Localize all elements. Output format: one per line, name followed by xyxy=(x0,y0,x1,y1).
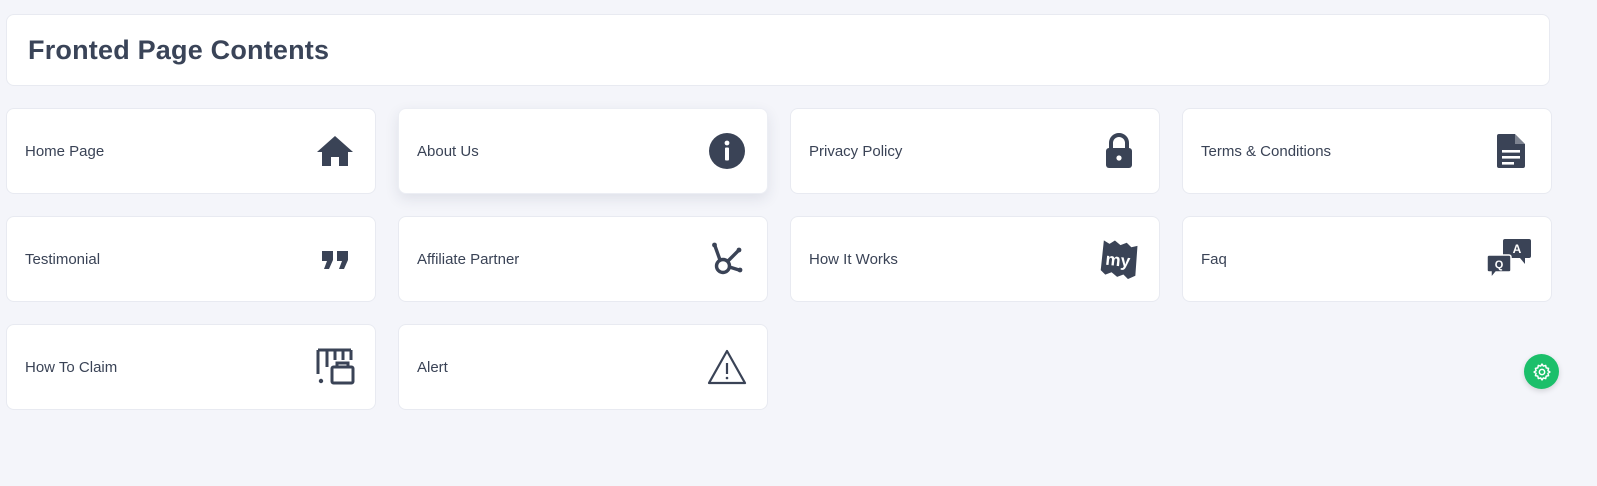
card-label: Terms & Conditions xyxy=(1201,142,1332,160)
card-testimonial[interactable]: Testimonial xyxy=(6,216,376,302)
card-label: Alert xyxy=(417,358,448,376)
card-about-us[interactable]: About Us xyxy=(398,108,768,194)
card-home-page[interactable]: Home Page xyxy=(6,108,376,194)
card-privacy-policy[interactable]: Privacy Policy xyxy=(790,108,1160,194)
info-icon xyxy=(707,131,747,171)
qa-chat-icon: A Q xyxy=(1485,239,1531,280)
warning-triangle-icon xyxy=(707,347,747,387)
settings-button[interactable] xyxy=(1524,354,1559,389)
my-ticket-icon: my xyxy=(1099,239,1139,279)
document-icon xyxy=(1491,131,1531,171)
card-label: Privacy Policy xyxy=(809,142,903,160)
claim-briefcase-icon xyxy=(315,347,355,387)
network-hub-icon xyxy=(707,239,747,279)
home-icon xyxy=(315,131,355,171)
card-label: About Us xyxy=(417,142,479,160)
card-label: How To Claim xyxy=(25,358,118,376)
card-alert[interactable]: Alert xyxy=(398,324,768,410)
card-faq[interactable]: Faq A Q xyxy=(1182,216,1552,302)
quote-icon xyxy=(315,239,355,279)
card-how-it-works[interactable]: How It Works my xyxy=(790,216,1160,302)
card-label: Home Page xyxy=(25,142,105,160)
card-label: Faq xyxy=(1201,250,1227,268)
lock-icon xyxy=(1099,131,1139,171)
svg-text:my: my xyxy=(1105,250,1132,272)
content-card-grid: Home Page About Us Privacy Policy Terms … xyxy=(6,108,1552,410)
card-terms-conditions[interactable]: Terms & Conditions xyxy=(1182,108,1552,194)
card-label: Testimonial xyxy=(25,250,101,268)
svg-text:A: A xyxy=(1513,242,1522,256)
svg-text:Q: Q xyxy=(1495,259,1504,271)
page-root: Fronted Page Contents Home Page About Us… xyxy=(0,0,1597,486)
card-how-to-claim[interactable]: How To Claim xyxy=(6,324,376,410)
card-label: Affiliate Partner xyxy=(417,250,520,268)
page-header: Fronted Page Contents xyxy=(6,14,1550,86)
card-affiliate-partner[interactable]: Affiliate Partner xyxy=(398,216,768,302)
page-title: Fronted Page Contents xyxy=(28,34,330,65)
gear-icon xyxy=(1532,362,1551,381)
card-label: How It Works xyxy=(809,250,898,268)
